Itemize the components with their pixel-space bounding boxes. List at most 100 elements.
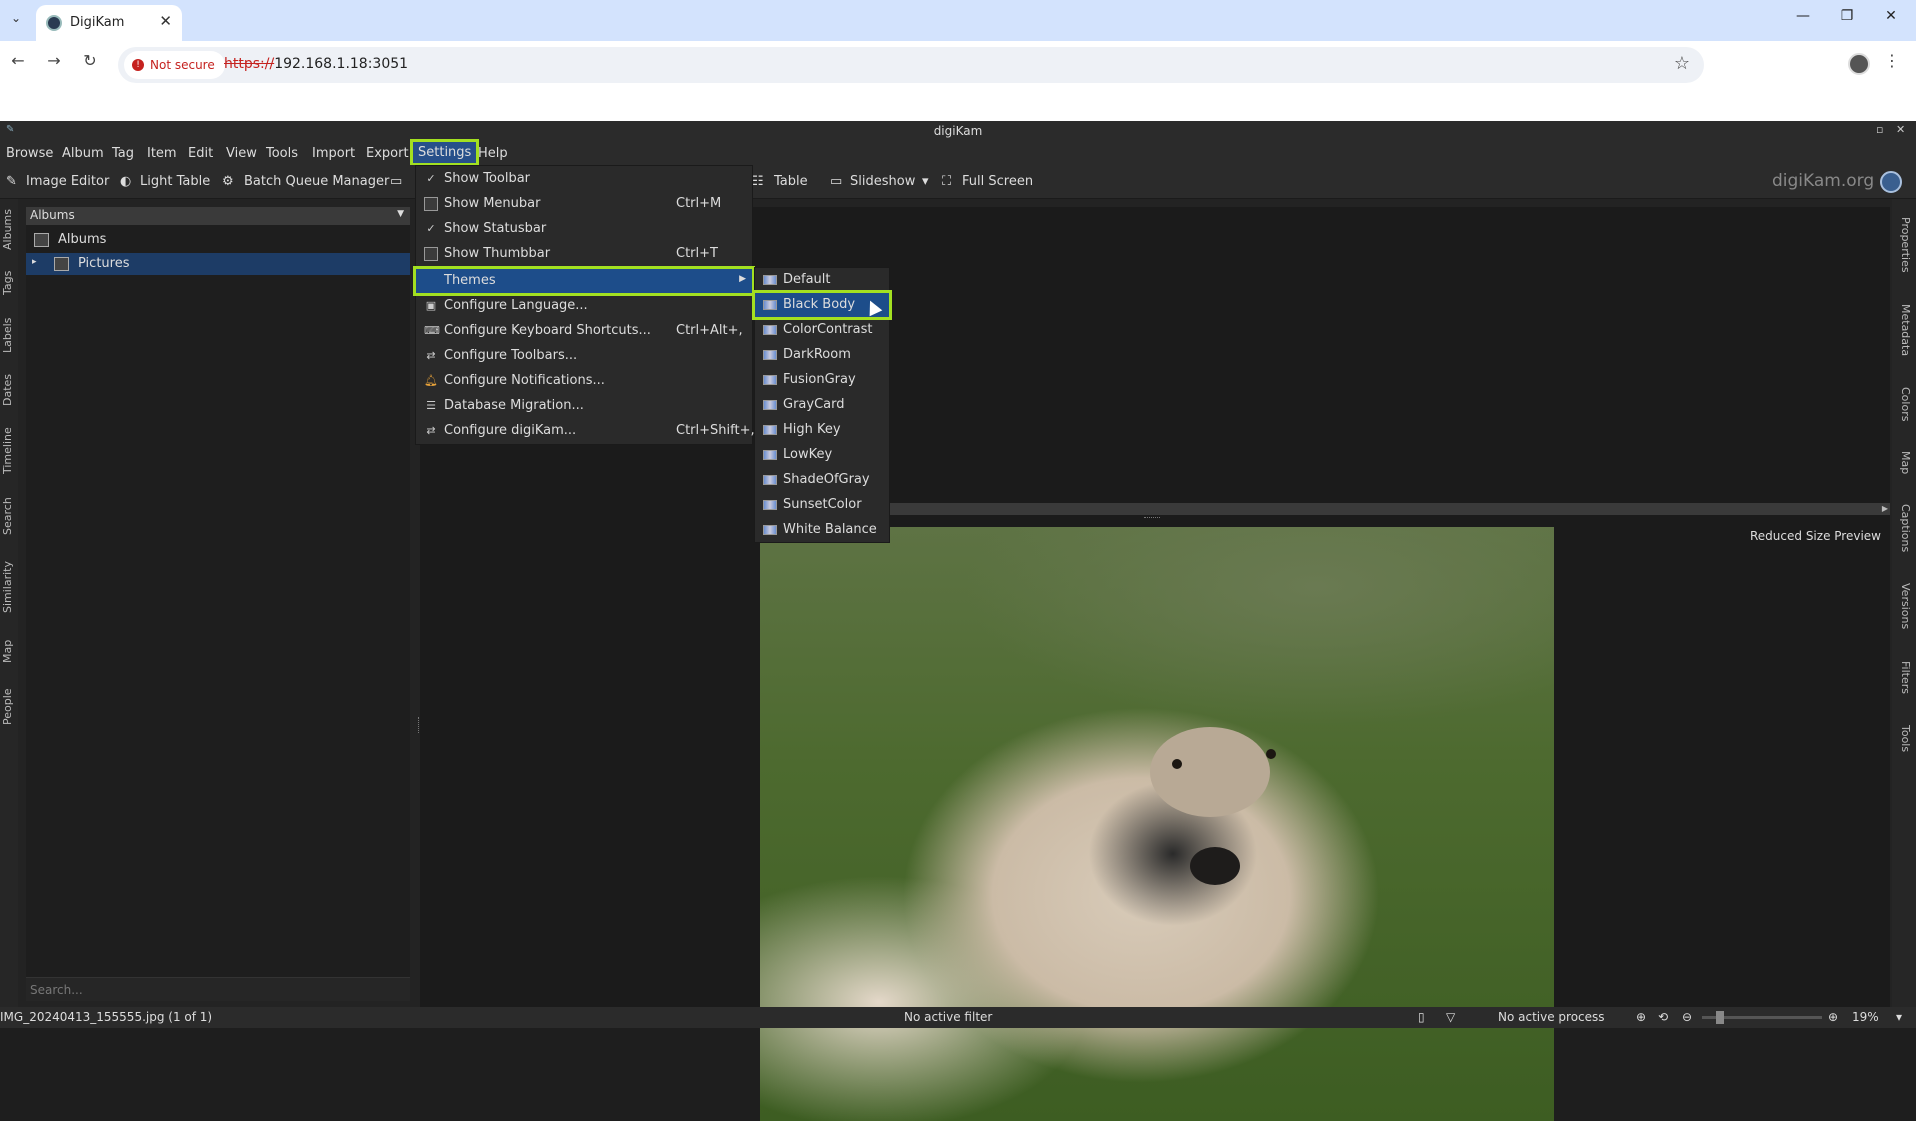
url-text[interactable]: https://192.168.1.18:3051: [224, 56, 408, 72]
batch-queue-icon[interactable]: ⚙: [222, 174, 234, 189]
menu-view[interactable]: View: [226, 146, 257, 161]
full-screen-icon[interactable]: ⛶: [942, 174, 951, 189]
tab-versions[interactable]: Versions: [1896, 571, 1912, 641]
table-button[interactable]: Table: [774, 174, 808, 189]
tab-tags[interactable]: Tags: [1, 263, 17, 303]
album-root[interactable]: Albums: [26, 229, 410, 251]
menu-show-statusbar[interactable]: ✓ Show Statusbar: [416, 217, 752, 241]
theme-sunsetcolor[interactable]: SunsetColor: [755, 493, 889, 517]
zoom-out-icon[interactable]: ⊖: [1682, 1010, 1692, 1024]
light-table-icon[interactable]: ◐: [120, 174, 131, 189]
minimize-icon[interactable]: —: [1788, 8, 1818, 24]
album-search-input[interactable]: Search...: [26, 977, 410, 1001]
slideshow-button[interactable]: Slideshow: [850, 174, 915, 189]
zoom-slider-handle[interactable]: [1716, 1011, 1724, 1024]
back-icon[interactable]: ←: [6, 51, 30, 70]
forward-icon[interactable]: →: [42, 51, 66, 70]
browser-tab[interactable]: DigiKam ✕: [36, 5, 182, 41]
bookmark-star-icon[interactable]: ☆: [1674, 53, 1690, 74]
chevron-down-icon[interactable]: ▼: [397, 209, 404, 219]
menu-show-toolbar[interactable]: ✓ Show Toolbar: [416, 167, 752, 191]
menu-export[interactable]: Export: [366, 146, 409, 161]
tab-captions[interactable]: Captions: [1896, 493, 1912, 563]
rotate-icon[interactable]: ⟲: [1658, 1010, 1668, 1024]
slideshow-dropdown-icon[interactable]: ▾: [922, 174, 929, 189]
close-tab-icon[interactable]: ✕: [159, 12, 172, 30]
lock-icon[interactable]: ▯: [1418, 1010, 1425, 1024]
theme-default[interactable]: Default: [755, 268, 889, 292]
menu-edit[interactable]: Edit: [188, 146, 213, 161]
horizontal-scrollbar[interactable]: ▶: [890, 503, 1890, 515]
zoom-in-icon[interactable]: ⊕: [1828, 1010, 1838, 1024]
theme-shadeofgray[interactable]: ShadeOfGray: [755, 468, 889, 492]
photo-preview[interactable]: [760, 527, 1554, 1121]
browser-menu-icon[interactable]: ⋮: [1884, 51, 1900, 70]
menu-item[interactable]: Item: [147, 146, 177, 161]
menu-configure-shortcuts[interactable]: ⌨ Configure Keyboard Shortcuts... Ctrl+A…: [416, 319, 752, 343]
tab-similarity[interactable]: Similarity: [1, 551, 17, 623]
tab-map-right[interactable]: Map: [1896, 441, 1912, 485]
table-icon[interactable]: ☷: [752, 174, 764, 189]
menu-help[interactable]: Help: [478, 146, 508, 161]
tab-colors[interactable]: Colors: [1896, 375, 1912, 433]
tab-filters[interactable]: Filters: [1896, 649, 1912, 705]
theme-darkroom[interactable]: DarkRoom: [755, 343, 889, 367]
full-screen-button[interactable]: Full Screen: [962, 174, 1033, 189]
theme-white-balance[interactable]: White Balance: [755, 518, 889, 542]
camera-icon[interactable]: ▭: [390, 174, 402, 189]
theme-fusiongray[interactable]: FusionGray: [755, 368, 889, 392]
batch-queue-button[interactable]: Batch Queue Manager: [244, 174, 389, 189]
zoom-dropdown-icon[interactable]: ▾: [1896, 1010, 1902, 1024]
menu-settings[interactable]: Settings: [409, 139, 480, 166]
image-editor-button[interactable]: Image Editor: [26, 174, 109, 189]
tab-tools[interactable]: Tools: [1896, 713, 1912, 765]
menu-show-menubar[interactable]: Show Menubar Ctrl+M: [416, 192, 752, 216]
theme-high-key[interactable]: High Key: [755, 418, 889, 442]
theme-colorcontrast[interactable]: ColorContrast: [755, 318, 889, 342]
digikam-logo-icon[interactable]: [1880, 171, 1902, 193]
menu-database-migration[interactable]: ☰ Database Migration...: [416, 394, 752, 418]
menu-themes[interactable]: Themes ▶: [413, 266, 755, 296]
expand-arrow-icon[interactable]: ▸: [32, 257, 37, 267]
tab-map[interactable]: Map: [1, 631, 17, 671]
menu-configure-toolbars[interactable]: ⇄ Configure Toolbars...: [416, 344, 752, 368]
menu-tools[interactable]: Tools: [266, 146, 298, 161]
light-table-button[interactable]: Light Table: [140, 174, 210, 189]
theme-graycard[interactable]: GrayCard: [755, 393, 889, 417]
zoom-fit-icon[interactable]: ⊕: [1636, 1010, 1646, 1024]
security-chip[interactable]: ! Not secure: [124, 51, 225, 79]
tab-search[interactable]: Search: [1, 489, 17, 543]
tab-dates[interactable]: Dates: [1, 367, 17, 413]
tab-labels[interactable]: Labels: [1, 311, 17, 359]
theme-lowkey[interactable]: LowKey: [755, 443, 889, 467]
menu-browse[interactable]: Browse: [6, 146, 53, 161]
tab-properties[interactable]: Properties: [1896, 205, 1912, 285]
address-bar[interactable]: ! Not secure https://192.168.1.18:3051 ☆: [118, 47, 1704, 83]
menu-configure-language[interactable]: ▣ Configure Language...: [416, 294, 752, 318]
tab-metadata[interactable]: Metadata: [1896, 293, 1912, 367]
zoom-slider[interactable]: [1702, 1011, 1822, 1024]
menu-import[interactable]: Import: [312, 146, 355, 161]
image-editor-icon[interactable]: ✎: [6, 174, 17, 189]
profile-avatar[interactable]: [1848, 53, 1870, 75]
tab-people[interactable]: People: [1, 679, 17, 735]
tab-albums[interactable]: Albums: [1, 205, 17, 255]
window-close-icon[interactable]: ✕: [1876, 8, 1906, 24]
menu-configure-digikam[interactable]: ⇄ Configure digiKam... Ctrl+Shift+,: [416, 419, 754, 443]
tab-search-icon[interactable]: ⌄: [6, 8, 26, 28]
menu-configure-notifications[interactable]: 🔔︎ Configure Notifications...: [416, 369, 752, 393]
reload-icon[interactable]: ↻: [78, 51, 102, 70]
preview-splitter[interactable]: [1144, 517, 1160, 520]
brand-label[interactable]: digiKam.org: [1772, 171, 1874, 191]
maximize-icon[interactable]: ▫: [1876, 123, 1883, 136]
filter-icon[interactable]: ▽: [1446, 1010, 1455, 1024]
app-close-icon[interactable]: ✕: [1896, 123, 1905, 136]
slideshow-icon[interactable]: ▭: [830, 174, 842, 189]
menu-album[interactable]: Album: [62, 146, 104, 161]
albums-header[interactable]: Albums ▼: [26, 207, 410, 225]
tab-timeline[interactable]: Timeline: [1, 421, 17, 481]
restore-icon[interactable]: ❐: [1832, 8, 1862, 24]
menu-tag[interactable]: Tag: [112, 146, 134, 161]
album-pictures[interactable]: ▸ Pictures: [26, 253, 410, 275]
menu-show-thumbbar[interactable]: Show Thumbbar Ctrl+T: [416, 242, 752, 266]
